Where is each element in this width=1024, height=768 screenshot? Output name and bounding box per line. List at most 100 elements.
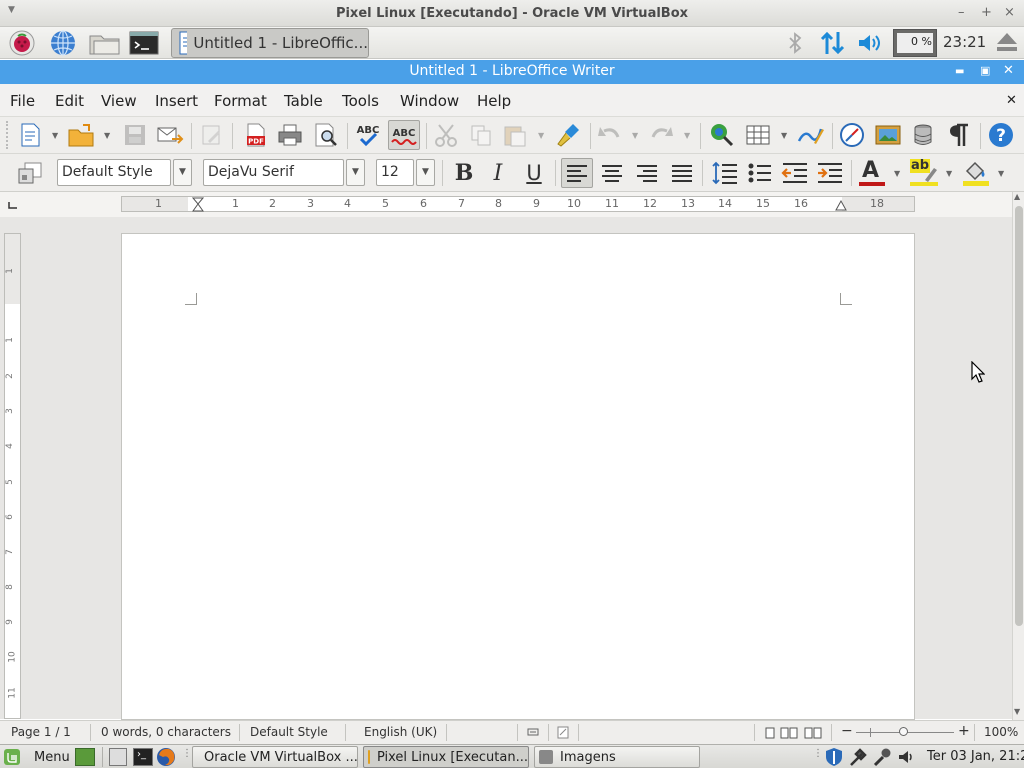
undo-dropdown-icon[interactable]: ▼: [632, 131, 638, 140]
scroll-down-icon[interactable]: ▼: [1014, 707, 1020, 716]
align-center-button[interactable]: [598, 158, 626, 188]
align-right-button[interactable]: [633, 158, 661, 188]
language-status[interactable]: English (UK): [364, 725, 437, 739]
font-name-dropdown[interactable]: ▼: [346, 159, 365, 186]
new-dropdown-icon[interactable]: ▼: [52, 131, 58, 140]
help-icon[interactable]: ?: [986, 121, 1016, 149]
bold-button[interactable]: B: [451, 160, 477, 186]
insert-mode-icon[interactable]: [527, 727, 539, 738]
left-indent-marker-icon[interactable]: [192, 197, 204, 212]
export-pdf-icon[interactable]: PDF: [242, 121, 270, 149]
toolbar-grip[interactable]: [6, 121, 8, 149]
insert-table-icon[interactable]: [742, 121, 774, 149]
right-indent-marker-icon[interactable]: [835, 199, 847, 211]
menu-file[interactable]: File: [10, 92, 35, 110]
vbox-minimize-button[interactable]: –: [958, 5, 965, 20]
open-folder-icon[interactable]: [66, 121, 96, 149]
edit-mode-icon[interactable]: [198, 121, 226, 149]
italic-button[interactable]: I: [485, 160, 511, 186]
print-preview-icon[interactable]: [312, 121, 340, 149]
menu-format[interactable]: Format: [214, 92, 267, 110]
vertical-ruler[interactable]: 1 1 2 3 4 5 6 7 8 9 10 11: [4, 233, 21, 719]
scrollbar-thumb[interactable]: [1015, 206, 1023, 626]
file-manager-icon[interactable]: [88, 30, 122, 56]
menu-help[interactable]: Help: [477, 92, 511, 110]
data-sources-icon[interactable]: [909, 121, 937, 149]
redo-icon[interactable]: [647, 121, 675, 149]
font-size-dropdown[interactable]: ▼: [416, 159, 435, 186]
hyperlink-icon[interactable]: [838, 121, 866, 149]
save-icon[interactable]: [121, 121, 149, 149]
justify-button[interactable]: [668, 158, 696, 188]
redo-dropdown-icon[interactable]: ▼: [684, 131, 690, 140]
paste-icon[interactable]: [500, 121, 530, 149]
new-document-icon[interactable]: [16, 121, 44, 149]
zoom-level-status[interactable]: 100%: [984, 725, 1018, 739]
menu-table[interactable]: Table: [284, 92, 323, 110]
web-browser-icon[interactable]: [48, 30, 78, 56]
undo-icon[interactable]: [596, 121, 624, 149]
zoom-out-button[interactable]: −: [841, 723, 853, 739]
menu-view[interactable]: View: [101, 92, 137, 110]
word-count-status[interactable]: 0 words, 0 characters: [101, 725, 231, 739]
document-page[interactable]: [121, 233, 915, 720]
writer-restore-button[interactable]: ▣: [980, 64, 990, 77]
highlight-dropdown-icon[interactable]: ▼: [946, 169, 952, 178]
firefox-launcher-icon[interactable]: [156, 747, 176, 767]
background-color-dropdown-icon[interactable]: ▼: [998, 169, 1004, 178]
zoom-in-button[interactable]: +: [958, 723, 970, 739]
print-icon[interactable]: [276, 121, 304, 149]
show-desktop-icon[interactable]: [75, 748, 95, 766]
line-spacing-icon[interactable]: [710, 158, 740, 188]
tab-stop-selector-icon[interactable]: [8, 201, 18, 209]
menu-tools[interactable]: Tools: [342, 92, 379, 110]
menu-window[interactable]: Window: [400, 92, 459, 110]
clone-formatting-icon[interactable]: [554, 121, 584, 149]
panel-task-writer[interactable]: Untitled 1 - LibreOffic...: [171, 28, 369, 58]
single-page-view-icon[interactable]: [765, 727, 775, 739]
volume-icon[interactable]: [856, 31, 884, 59]
bluetooth-icon[interactable]: [786, 32, 804, 58]
page-style-status[interactable]: Default Style: [250, 725, 328, 739]
close-document-button[interactable]: ✕: [1006, 93, 1017, 108]
taskbar-clock[interactable]: Ter 03 Jan, 21:21: [927, 749, 1024, 764]
underline-button[interactable]: U: [521, 160, 547, 186]
menu-insert[interactable]: Insert: [155, 92, 198, 110]
font-name-combo[interactable]: DejaVu Serif: [203, 159, 344, 186]
terminal-launcher-icon[interactable]: ›_: [133, 748, 153, 766]
scroll-up-icon[interactable]: ▲: [1014, 192, 1020, 201]
raspberry-menu-icon[interactable]: [6, 30, 38, 56]
taskbar-item-virtualbox[interactable]: Oracle VM VirtualBox ...: [192, 746, 358, 768]
writer-minimize-button[interactable]: ▬: [955, 66, 964, 77]
vertical-scrollbar[interactable]: ▲ ▼: [1012, 192, 1024, 720]
navigator-icon[interactable]: [708, 121, 736, 149]
document-modified-icon[interactable]: [557, 726, 569, 739]
cut-icon[interactable]: [432, 121, 460, 149]
bullet-list-icon[interactable]: [745, 158, 775, 188]
paragraph-style-dropdown[interactable]: ▼: [173, 159, 192, 186]
vbox-close-button[interactable]: ×: [1004, 5, 1015, 20]
terminal-icon[interactable]: [129, 30, 159, 56]
styles-sidebar-icon[interactable]: [14, 159, 46, 187]
book-view-icon[interactable]: [804, 727, 822, 739]
align-left-button[interactable]: [561, 158, 593, 188]
email-document-icon[interactable]: [156, 121, 184, 149]
spelling-icon[interactable]: ABC: [352, 120, 384, 150]
paragraph-style-combo[interactable]: Default Style: [57, 159, 171, 186]
page-count-status[interactable]: Page 1 / 1: [11, 725, 71, 739]
start-menu-button[interactable]: Menu: [2, 747, 70, 767]
network-icon[interactable]: [819, 30, 847, 60]
menu-edit[interactable]: Edit: [55, 92, 84, 110]
vbox-maximize-button[interactable]: +: [981, 5, 992, 20]
autospellcheck-toggle[interactable]: ABC: [388, 120, 420, 150]
eject-icon[interactable]: [994, 30, 1020, 60]
network-plug-icon[interactable]: [848, 747, 868, 767]
draw-functions-icon[interactable]: [795, 121, 825, 149]
writer-close-button[interactable]: ✕: [1003, 63, 1014, 78]
taskbar-item-imagens[interactable]: Imagens: [534, 746, 700, 768]
increase-indent-icon[interactable]: [815, 158, 845, 188]
font-color-button[interactable]: A: [857, 158, 887, 188]
horizontal-ruler[interactable]: 1 1 2 3 4 5 6 7 8 9 10 11 12 13 14 15 16…: [121, 196, 915, 212]
paste-dropdown-icon[interactable]: ▼: [538, 131, 544, 140]
background-color-button[interactable]: [960, 158, 992, 188]
